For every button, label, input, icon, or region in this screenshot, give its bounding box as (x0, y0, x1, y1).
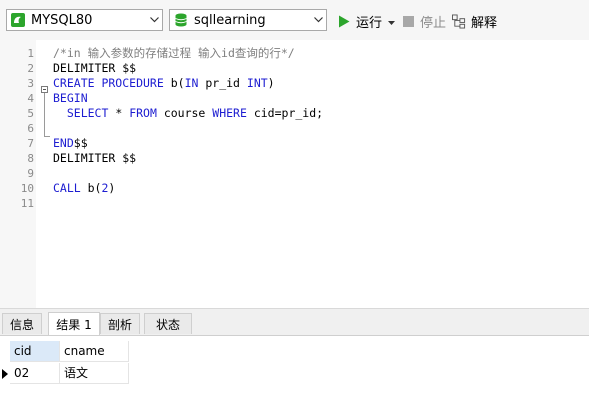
fold-toggle-icon[interactable] (41, 86, 48, 93)
results-panel: 信息 结果 1 剖析 状态 cid cname 02 语文 (0, 308, 589, 417)
line-number: 5 (27, 107, 34, 120)
mysql-connection-icon (10, 12, 26, 28)
tab-info[interactable]: 信息 (2, 313, 42, 334)
code-text: DELIMITER $$ (53, 151, 136, 166)
sql-token: course (156, 106, 213, 120)
database-icon (173, 12, 189, 28)
sql-token: ) (108, 181, 116, 195)
code-line[interactable]: 7 END$$ (0, 136, 589, 151)
table-cell[interactable]: 02 (10, 363, 60, 384)
sql-keyword: END (53, 136, 74, 150)
sql-keyword: CREATE PROCEDURE (53, 76, 164, 90)
tab-profile[interactable]: 剖析 (100, 313, 140, 334)
sql-keyword: INT (246, 76, 268, 90)
explain-icon (452, 14, 466, 28)
sql-token: pr_id (198, 76, 247, 90)
code-text: CREATE PROCEDURE b(IN pr_id INT) (53, 76, 275, 91)
sql-comment: /*in 输入参数的存储过程 输入id查询的行*/ (53, 46, 295, 60)
code-text: /*in 输入参数的存储过程 输入id查询的行*/ (53, 46, 295, 61)
line-number: 7 (27, 137, 34, 150)
code-line[interactable]: 1 /*in 输入参数的存储过程 输入id查询的行*/ (0, 46, 589, 61)
code-text: CALL b(2) (53, 181, 115, 196)
column-header-cid[interactable]: cid (10, 341, 60, 362)
code-line[interactable]: 3 CREATE PROCEDURE b(IN pr_id INT) (0, 76, 589, 91)
result-tabs: 信息 结果 1 剖析 状态 (0, 309, 589, 336)
stop-button[interactable]: 停止 (401, 12, 447, 31)
sql-token: cid=pr_id; (246, 106, 324, 120)
connection-select[interactable]: MYSQL80 (6, 9, 163, 31)
sql-keyword: FROM (129, 106, 157, 120)
code-line[interactable]: 11 (0, 196, 589, 211)
sql-keyword: CALL (53, 181, 81, 195)
column-header-cname[interactable]: cname (60, 341, 129, 362)
run-label: 运行 (356, 15, 383, 31)
line-number: 8 (27, 152, 34, 165)
chevron-down-icon[interactable] (310, 10, 326, 30)
line-number: 6 (27, 122, 34, 135)
code-text: END$$ (53, 136, 88, 151)
sql-keyword: IN (184, 76, 199, 90)
sql-editor[interactable]: 1/*in 输入参数的存储过程 输入id查询的行*/2 DELIMITER $$ 3… (0, 40, 589, 308)
code-line[interactable]: 4 BEGIN (0, 91, 589, 106)
run-dropdown-icon[interactable] (388, 14, 396, 29)
line-number: 3 (27, 77, 34, 90)
line-number: 9 (27, 167, 34, 180)
code-line[interactable]: 2 DELIMITER $$ (0, 61, 589, 76)
connection-value: MYSQL80 (31, 12, 93, 28)
line-number: 1 (27, 47, 34, 60)
fold-guide (44, 93, 45, 136)
sql-keyword: SELECT (66, 106, 109, 120)
code-text: DELIMITER $$ (53, 61, 136, 76)
stop-icon (401, 14, 415, 28)
sql-token: b( (163, 76, 185, 90)
line-number: 10 (20, 182, 34, 195)
sql-token: b( (80, 181, 102, 195)
line-number: 11 (20, 197, 34, 210)
sql-token: DELIMITER $$ (53, 151, 137, 165)
sql-keyword: BEGIN (53, 91, 88, 105)
sql-token: * (108, 106, 130, 120)
sql-token: ) (267, 76, 275, 90)
play-icon (337, 14, 351, 28)
explain-label: 解释 (471, 15, 498, 31)
code-text: SELECT * FROM course WHERE cid=pr_id; (53, 106, 323, 121)
database-value: sqllearning (194, 12, 266, 28)
sql-keyword: WHERE (212, 106, 247, 120)
current-row-icon (0, 363, 10, 384)
code-line[interactable]: 8 DELIMITER $$ (0, 151, 589, 166)
table-cell[interactable]: 语文 (60, 363, 129, 384)
database-select[interactable]: sqllearning (169, 9, 327, 31)
code-line[interactable]: 6 (0, 121, 589, 136)
tab-result-1[interactable]: 结果 1 (48, 312, 100, 335)
code-line[interactable]: 5 SELECT * FROM course WHERE cid=pr_id; (0, 106, 589, 121)
stop-label: 停止 (420, 15, 447, 31)
run-button[interactable]: 运行 (337, 12, 396, 31)
sql-token: DELIMITER $$ (53, 61, 137, 75)
code-line[interactable]: 10 CALL b(2) (0, 181, 589, 196)
chevron-down-icon[interactable] (146, 10, 162, 30)
toolbar: MYSQL80 sqllearning 运行 停止 解释 (0, 0, 589, 41)
tab-status[interactable]: 状态 (144, 313, 192, 334)
line-number: 2 (27, 62, 34, 75)
fold-guide-end (44, 136, 50, 137)
explain-button[interactable]: 解释 (452, 12, 498, 31)
sql-token: $$ (73, 136, 88, 150)
line-number: 4 (27, 92, 34, 105)
code-line[interactable]: 9 (0, 166, 589, 181)
code-text: BEGIN (53, 91, 88, 106)
